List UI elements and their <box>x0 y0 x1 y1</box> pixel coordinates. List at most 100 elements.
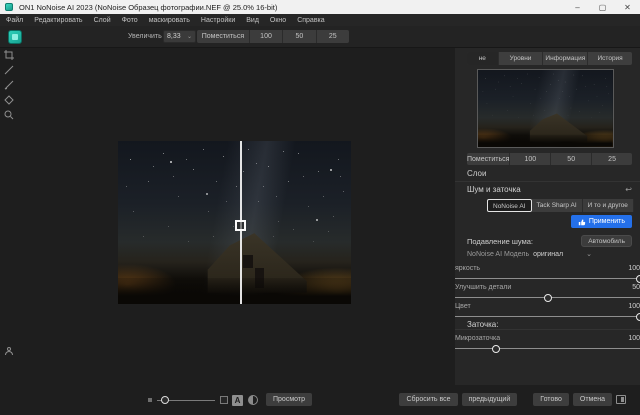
crop-tool-icon[interactable] <box>0 48 18 61</box>
luminosity-slider-labels: яркость 100 <box>455 265 640 272</box>
menu-file[interactable]: Файл <box>6 17 23 24</box>
slider-label: Микрозаточка <box>455 335 500 342</box>
nav-25-button[interactable]: 25 <box>592 153 632 165</box>
toolbar: Увеличить 8,33 ⌄ Поместиться 100 50 25 <box>0 26 640 48</box>
slider-label: Цвет <box>455 303 471 310</box>
color-slider[interactable] <box>455 316 640 317</box>
tab-navigator[interactable]: не <box>467 52 499 65</box>
slider-label: Улучшить детали <box>455 284 511 291</box>
compare-divider-handle[interactable] <box>235 220 246 231</box>
zoom-25-button[interactable]: 25 <box>317 30 349 43</box>
zoom-level-value: 8,33 <box>167 33 181 40</box>
slider-label: яркость <box>455 265 480 272</box>
mode-both-button[interactable]: И то и другое <box>583 199 634 212</box>
menu-window[interactable]: Окно <box>270 17 286 24</box>
compare-mode-icon[interactable] <box>248 395 258 405</box>
panel-toggle-icon[interactable] <box>616 395 626 404</box>
image-canvas[interactable] <box>18 48 455 385</box>
bottom-bar: A Просмотр Сбросить все предыдущий Готов… <box>0 385 640 415</box>
done-button[interactable]: Готово <box>533 393 569 406</box>
luminosity-slider[interactable] <box>455 278 640 279</box>
mode-button-group: NoNoise AI Tack Sharp AI И то и другое <box>487 199 634 212</box>
microsharp-slider-labels: Микрозаточка 100 <box>455 335 640 342</box>
slider-handle[interactable] <box>161 396 169 404</box>
noise-reduction-header-row: Подавление шума: Автомобиль <box>467 235 632 247</box>
zoom-level-dropdown[interactable]: 8,33 ⌄ <box>163 30 196 43</box>
nav-100-button[interactable]: 100 <box>510 153 551 165</box>
auto-button[interactable]: Автомобиль <box>581 235 632 247</box>
mode-nonoise-button[interactable]: NoNoise AI <box>487 199 532 212</box>
zoom-preset-group: Поместиться 100 50 25 <box>197 30 349 43</box>
maximize-button[interactable]: ▢ <box>590 0 615 14</box>
menu-help[interactable]: Справка <box>297 17 324 24</box>
right-panel: не Уровни Информация История Поместиться… <box>455 48 640 385</box>
color-slider-labels: Цвет 100 <box>455 303 640 310</box>
sharpening-header: Заточка: <box>467 320 632 329</box>
minimize-button[interactable]: – <box>565 0 590 14</box>
mode-tacksharp-button[interactable]: Tack Sharp AI <box>532 199 583 212</box>
model-label: NoNoise AI Модель <box>467 251 529 258</box>
zoom-tool-icon[interactable] <box>0 108 18 121</box>
model-dropdown[interactable]: NoNoise AI Модель оригинал ⌄ <box>467 251 632 258</box>
menu-edit[interactable]: Редактировать <box>34 17 82 24</box>
menu-view[interactable]: Вид <box>246 17 259 24</box>
masking-bug-icon[interactable] <box>0 93 18 106</box>
noise-sharpen-header: Шум и заточка ↩ <box>467 185 632 194</box>
menu-mask[interactable]: маскировать <box>149 17 190 24</box>
cancel-button[interactable]: Отмена <box>573 393 612 406</box>
slider-handle[interactable] <box>636 275 640 283</box>
photo-preview[interactable] <box>118 141 351 304</box>
slider-value: 100 <box>628 335 640 342</box>
noise-sharpen-title: Шум и заточка <box>467 185 521 194</box>
nav-fit-button[interactable]: Поместиться <box>467 153 510 165</box>
left-tool-strip: ? <box>0 48 18 415</box>
opacity-min-icon <box>148 398 152 402</box>
layers-section-header[interactable]: Слои <box>467 169 632 178</box>
gamut-warning-icon[interactable]: A <box>232 395 243 406</box>
apply-button[interactable]: Применить <box>571 215 632 228</box>
panel-tab-bar: не Уровни Информация История <box>467 52 632 65</box>
reset-all-button[interactable]: Сбросить все <box>399 393 457 406</box>
tab-info[interactable]: Информация <box>543 52 588 65</box>
preview-button[interactable]: Просмотр <box>266 393 312 406</box>
chevron-down-icon: ⌄ <box>586 251 592 258</box>
pen-tool-icon[interactable] <box>0 78 18 91</box>
close-button[interactable]: ✕ <box>615 0 640 14</box>
menu-settings[interactable]: Настройки <box>201 17 235 24</box>
menu-bar: Файл Редактировать Слой Фото маскировать… <box>0 14 640 26</box>
zoom-100-button[interactable]: 100 <box>250 30 283 43</box>
reset-icon[interactable]: ↩ <box>625 185 632 194</box>
slider-handle[interactable] <box>636 313 640 321</box>
slider-handle[interactable] <box>544 294 552 302</box>
soft-proof-checkbox[interactable] <box>220 396 228 404</box>
slider-handle[interactable] <box>492 345 500 353</box>
menu-layer[interactable]: Слой <box>94 17 111 24</box>
detail-slider[interactable] <box>455 297 640 298</box>
title-bar: ON1 NoNoise AI 2023 (NoNoise Образец фот… <box>0 0 640 14</box>
thumb-up-icon <box>578 218 586 226</box>
nonoise-module-icon[interactable] <box>8 30 22 44</box>
app-icon <box>5 3 13 11</box>
previous-button[interactable]: предыдущий <box>462 393 518 406</box>
slider-value: 100 <box>628 303 640 310</box>
brush-tool-icon[interactable] <box>0 63 18 76</box>
window-title: ON1 NoNoise AI 2023 (NoNoise Образец фот… <box>19 3 277 12</box>
preview-opacity-slider[interactable] <box>157 400 215 401</box>
tab-history[interactable]: История <box>588 52 632 65</box>
slider-value: 100 <box>628 265 640 272</box>
zoom-label: Увеличить <box>128 33 162 40</box>
nav-50-button[interactable]: 50 <box>551 153 592 165</box>
navigator-zoom-group: Поместиться 100 50 25 <box>467 153 632 165</box>
slider-value: 50 <box>632 284 640 291</box>
tab-levels[interactable]: Уровни <box>499 52 544 65</box>
noise-reduction-title: Подавление шума: <box>467 237 533 246</box>
menu-photo[interactable]: Фото <box>122 17 138 24</box>
model-value: оригинал <box>533 251 563 258</box>
account-icon[interactable] <box>4 347 14 357</box>
chevron-down-icon: ⌄ <box>187 34 192 40</box>
microsharp-slider[interactable] <box>455 348 640 349</box>
detail-slider-labels: Улучшить детали 50 <box>455 284 640 291</box>
zoom-50-button[interactable]: 50 <box>283 30 316 43</box>
navigator-thumbnail[interactable] <box>477 69 614 148</box>
fit-button[interactable]: Поместиться <box>197 30 250 43</box>
